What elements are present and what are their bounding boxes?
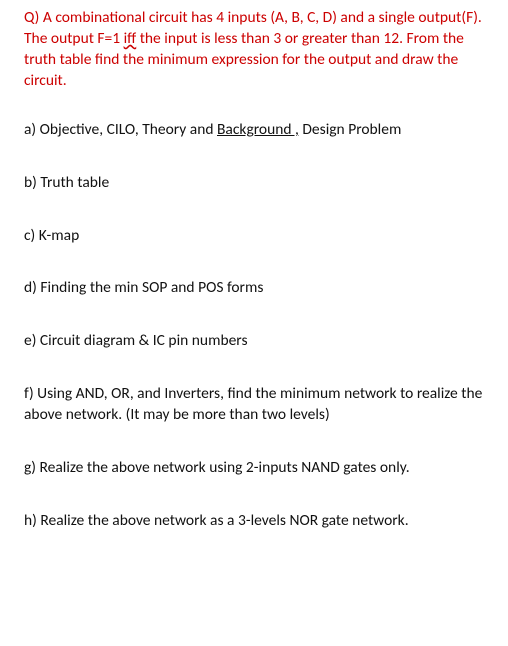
item-e: e) Circuit diagram & IC pin numbers: [24, 331, 484, 352]
item-d: d) Finding the min SOP and POS forms: [24, 278, 484, 299]
item-h: h) Realize the above network as a 3-leve…: [24, 511, 484, 532]
item-b: b) Truth table: [24, 173, 484, 194]
item-c: c) K-map: [24, 226, 484, 247]
question-text: Q) A combinational circuit has 4 inputs …: [24, 8, 484, 92]
document-page: Q) A combinational circuit has 4 inputs …: [0, 0, 508, 552]
iff-word: iff: [124, 29, 137, 48]
item-a-pre: a) Objective, CILO, Theory and: [24, 120, 217, 139]
item-a-underlined: Background ,: [217, 120, 299, 139]
item-a-post: Design Problem: [299, 120, 401, 139]
item-a: a) Objective, CILO, Theory and Backgroun…: [24, 120, 484, 141]
item-f: f) Using AND, OR, and Inverters, find th…: [24, 384, 484, 426]
item-g: g) Realize the above network using 2-inp…: [24, 458, 484, 479]
